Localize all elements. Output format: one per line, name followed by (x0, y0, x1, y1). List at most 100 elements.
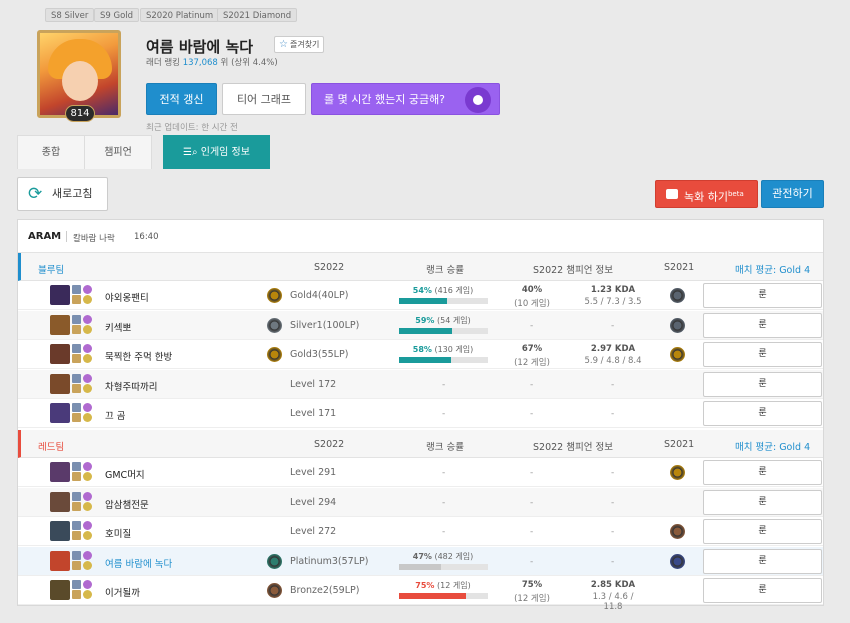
champ-winrate: 67% (502, 344, 562, 354)
favorite-label: 즐겨찾기 (289, 40, 320, 49)
player-row: 압삼챔전문 Level 294 - - - 룬 (18, 487, 823, 517)
champ-kda-detail: 5.5 / 7.3 / 3.5 (584, 297, 642, 307)
ladder-prefix: 래더 랭킹 (146, 58, 180, 68)
blue-team-avg: 매치 평균: Gold 4 (735, 265, 811, 276)
ranked-winrate: 59% (54 게임) (398, 315, 488, 326)
champ-kda-empty: - (611, 556, 615, 567)
secondary-rune-icon (83, 531, 92, 540)
player-row: 차형주따까리 Level 172 - - - 룬 (18, 369, 823, 399)
col-season: S2022 (314, 262, 345, 273)
spell-icon-2 (72, 560, 81, 570)
player-name[interactable]: 키섹뽀 (105, 320, 131, 334)
kda-value: 2.97 KDA (590, 344, 636, 354)
spell-icon-1 (72, 521, 81, 530)
record-button[interactable]: 녹화 하기beta (655, 180, 758, 208)
player-tier: Level 294 (290, 496, 337, 508)
player-tier: Platinum3(57LP) (290, 555, 369, 567)
champ-kda-detail: 5.9 / 4.8 / 8.4 (584, 356, 642, 366)
rune-button[interactable]: 룬 (703, 342, 822, 367)
keystone-rune-icon (83, 462, 92, 471)
tier-emblem-icon (267, 553, 282, 569)
red-team-name: 레드팀 (38, 442, 65, 453)
player-name[interactable]: 야외옹팬티 (105, 290, 149, 304)
winrate-empty: - (442, 497, 446, 508)
winrate-empty: - (442, 527, 446, 537)
champion-icon (50, 403, 70, 423)
summoner-name: 여름 바람에 녹다 (146, 38, 254, 56)
eye-mascot-icon (465, 87, 491, 113)
champion-icon (50, 462, 70, 482)
favorite-button[interactable]: ☆ 즐겨찾기 (274, 36, 325, 53)
spell-icon-2 (72, 324, 81, 334)
champion-icon (50, 285, 70, 305)
player-name[interactable]: 여름 바람에 녹다 (105, 556, 172, 570)
player-tier: Level 272 (290, 526, 337, 537)
spell-icon-1 (72, 462, 81, 471)
col-s2021: S2021 (664, 262, 695, 273)
keystone-rune-icon (83, 314, 92, 324)
spell-icon-2 (72, 383, 81, 393)
tier-graph-button[interactable]: 티어 그래프 (222, 83, 306, 115)
winrate-bar (399, 593, 488, 599)
col-s2021: S2021 (664, 439, 695, 450)
spell-icon-2 (72, 295, 81, 304)
last-updated: 최근 업데이트: 한 시간 전 (146, 123, 238, 133)
col-champ-info: S2022 챔피언 정보 (533, 265, 613, 276)
rune-button[interactable]: 룬 (703, 578, 822, 603)
champ-games: (12 게임) (514, 594, 550, 604)
champ-kda-empty: - (611, 320, 615, 331)
rune-button[interactable]: 룬 (703, 548, 822, 574)
champ-winrate-empty: - (530, 527, 534, 537)
champ-kda: 1.23 KDA (583, 285, 643, 295)
champ-winrate-value: 67% (521, 344, 543, 354)
refresh-button[interactable]: ⟳ 새로고침 (17, 177, 108, 211)
player-tier: Bronze2(59LP) (290, 585, 360, 596)
player-name[interactable]: 호미질 (105, 526, 131, 540)
champ-winrate-empty: - (530, 409, 534, 419)
player-name[interactable]: 묵찍한 주먹 한방 (105, 349, 172, 363)
promo-banner[interactable]: 롤 몇 시간 했는지 궁금해? (311, 83, 500, 115)
secondary-rune-icon (83, 590, 92, 599)
kda-value: 1.23 KDA (590, 285, 636, 295)
spell-icon-1 (72, 403, 81, 412)
rune-button[interactable]: 룬 (703, 489, 822, 515)
rune-button[interactable]: 룬 (703, 519, 822, 544)
rune-button[interactable]: 룬 (703, 371, 822, 397)
winrate-bar (399, 298, 488, 304)
winrate-bar-fill (399, 357, 451, 363)
winrate-bar-fill (399, 593, 466, 599)
winrate-empty: - (442, 379, 446, 390)
player-tier: Gold3(55LP) (290, 349, 349, 360)
tab-overview[interactable]: 종합 (17, 135, 85, 169)
player-name[interactable]: GMC머지 (105, 467, 145, 481)
keystone-rune-icon (83, 580, 92, 589)
player-name[interactable]: 끄 곰 (105, 408, 126, 422)
tab-champions[interactable]: 챔피언 (84, 135, 152, 169)
player-name[interactable]: 압삼챔전문 (105, 497, 149, 511)
rune-button[interactable]: 룬 (703, 460, 822, 485)
blue-team-header: 블루팀 S2022 랭크 승률 S2022 챔피언 정보 S2021 매치 평균… (18, 253, 823, 281)
ranked-winrate: 75% (12 게임) (398, 580, 488, 591)
col-champ-info: S2022 챔피언 정보 (533, 442, 613, 453)
keystone-rune-icon (83, 403, 92, 412)
spectate-button[interactable]: 관전하기 (761, 180, 824, 208)
player-name[interactable]: 이거될까 (105, 585, 140, 599)
winrate-empty: - (442, 468, 446, 478)
rune-button[interactable]: 룬 (703, 283, 822, 308)
rune-button[interactable]: 룬 (703, 312, 822, 338)
player-row: 이거될까 Bronze2(59LP) 75% (12 게임) 75% (12 게임) 2.… (18, 576, 823, 612)
ladder-rank: 137,068 (182, 58, 218, 68)
winrate-empty: - (442, 409, 446, 419)
player-name[interactable]: 차형주따까리 (105, 379, 157, 393)
header-divider (66, 231, 67, 242)
tier-emblem-icon (267, 583, 282, 598)
champ-games: (12 게임) (514, 358, 550, 368)
keystone-rune-icon (83, 285, 92, 294)
beta-tag: beta (727, 190, 744, 198)
refresh-record-button[interactable]: 전적 갱신 (146, 83, 217, 115)
tab-ingame[interactable]: ☰⌕ 인게임 정보 (163, 135, 270, 169)
red-team-avg: 매치 평균: Gold 4 (735, 442, 811, 453)
s2021-tier-icon (670, 524, 685, 539)
s2021-tier-icon (670, 317, 685, 333)
rune-button[interactable]: 룬 (703, 401, 822, 426)
